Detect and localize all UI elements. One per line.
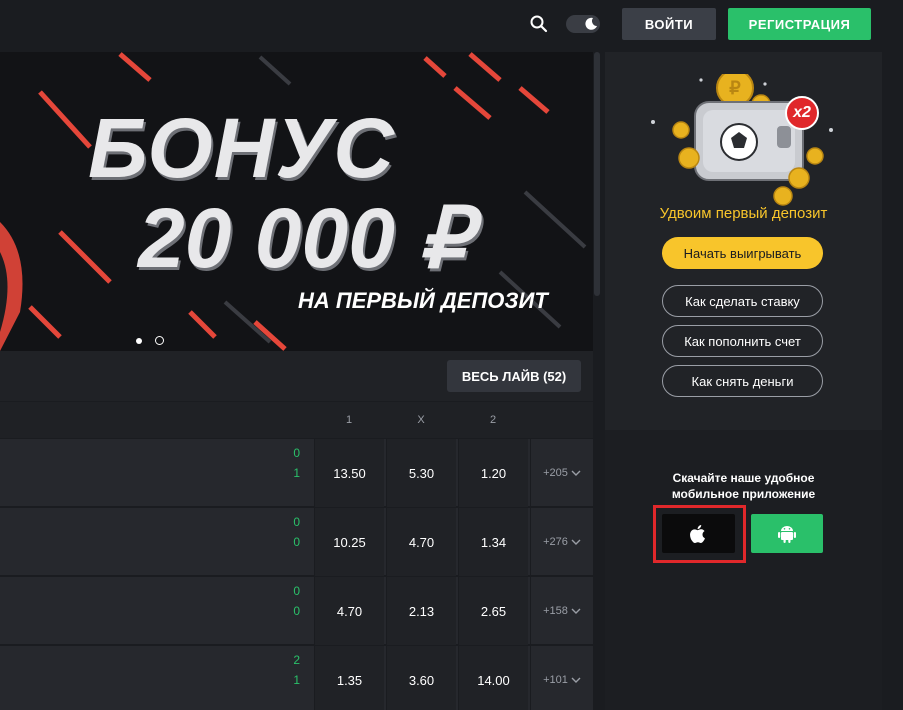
score-away: 1 <box>293 466 300 480</box>
theme-toggle[interactable] <box>566 15 600 33</box>
all-live-button[interactable]: ВЕСЬ ЛАЙВ (52) <box>447 360 581 392</box>
wallet-coins-illustration: ₽ <box>651 74 833 206</box>
score-home: 0 <box>293 584 300 598</box>
top-header: ВОЙТИ РЕГИСТРАЦИЯ <box>0 0 903 50</box>
banner-amount: 20 000 ₽ <box>138 191 472 285</box>
app-text-line1: Скачайте наше удобное <box>672 471 815 485</box>
apple-icon <box>689 524 705 543</box>
start-winning-button[interactable]: Начать выигрывать <box>662 237 823 269</box>
how-to-withdraw-button[interactable]: Как снять деньги <box>662 365 823 397</box>
score-home: 0 <box>293 446 300 460</box>
table-row[interactable]: 2 1 1.35 3.60 14.00 +101 <box>0 646 593 710</box>
carousel-dot[interactable] <box>155 336 164 345</box>
more-markets-button[interactable]: +205 <box>530 439 593 507</box>
odd-away[interactable]: 14.00 <box>458 646 528 710</box>
odd-home[interactable]: 10.25 <box>314 508 384 576</box>
score-away: 0 <box>293 604 300 618</box>
column-header-2: 2 <box>489 414 497 426</box>
search-icon[interactable] <box>528 13 550 35</box>
app-text-line2: мобильное приложение <box>671 487 816 501</box>
table-row[interactable]: 0 0 4.70 2.13 2.65 +158 <box>0 577 593 645</box>
score-away: 0 <box>293 535 300 549</box>
login-button[interactable]: ВОЙТИ <box>622 8 716 40</box>
table-row[interactable]: 0 0 10.25 4.70 1.34 +276 <box>0 508 593 576</box>
score-home: 0 <box>293 515 300 529</box>
ios-app-button[interactable] <box>662 514 735 553</box>
more-markets-button[interactable]: +276 <box>530 508 593 576</box>
x2-badge: x2 <box>785 96 819 130</box>
more-markets-button[interactable]: +158 <box>530 577 593 645</box>
banner-title: БОНУС <box>88 101 395 195</box>
register-button[interactable]: РЕГИСТРАЦИЯ <box>728 8 871 40</box>
odd-draw[interactable]: 2.13 <box>386 577 456 645</box>
more-count: +276 <box>543 536 568 548</box>
more-count: +158 <box>543 605 568 617</box>
right-edge <box>882 52 903 710</box>
chevron-down-icon <box>571 470 581 476</box>
more-count: +205 <box>543 467 568 479</box>
banner-subtitle: НА ПЕРВЫЙ ДЕПОЗИТ <box>298 288 548 313</box>
android-icon <box>778 525 796 543</box>
scrollbar[interactable] <box>594 52 600 296</box>
score-away: 1 <box>293 673 300 687</box>
chevron-down-icon <box>571 608 581 614</box>
odd-draw[interactable]: 4.70 <box>386 508 456 576</box>
odd-draw[interactable]: 3.60 <box>386 646 456 710</box>
column-header-x: X <box>417 414 425 426</box>
odd-away[interactable]: 1.20 <box>458 439 528 507</box>
odd-home[interactable]: 1.35 <box>314 646 384 710</box>
android-app-button[interactable] <box>751 514 823 553</box>
odd-away[interactable]: 1.34 <box>458 508 528 576</box>
svg-text:₽: ₽ <box>729 78 741 98</box>
how-to-deposit-button[interactable]: Как пополнить счет <box>662 325 823 357</box>
table-row[interactable]: 0 1 13.50 5.30 1.20 +205 <box>0 439 593 507</box>
carousel-dot-active[interactable] <box>136 338 142 344</box>
promo-banner[interactable]: БОНУС 20 000 ₽ НА ПЕРВЫЙ ДЕПОЗИТ <box>0 52 593 351</box>
how-to-bet-button[interactable]: Как сделать ставку <box>662 285 823 317</box>
odd-home[interactable]: 4.70 <box>314 577 384 645</box>
promo-text: Удвоим первый депозит <box>659 205 828 222</box>
score-home: 2 <box>293 653 300 667</box>
odd-home[interactable]: 13.50 <box>314 439 384 507</box>
column-header-1: 1 <box>345 414 353 426</box>
app-download-text: Скачайте наше удобное мобильное приложен… <box>605 470 882 502</box>
chevron-down-icon <box>571 539 581 545</box>
odd-away[interactable]: 2.65 <box>458 577 528 645</box>
chevron-down-icon <box>571 677 581 683</box>
moon-icon <box>585 17 597 30</box>
more-count: +101 <box>543 674 568 686</box>
odd-draw[interactable]: 5.30 <box>386 439 456 507</box>
more-markets-button[interactable]: +101 <box>530 646 593 710</box>
